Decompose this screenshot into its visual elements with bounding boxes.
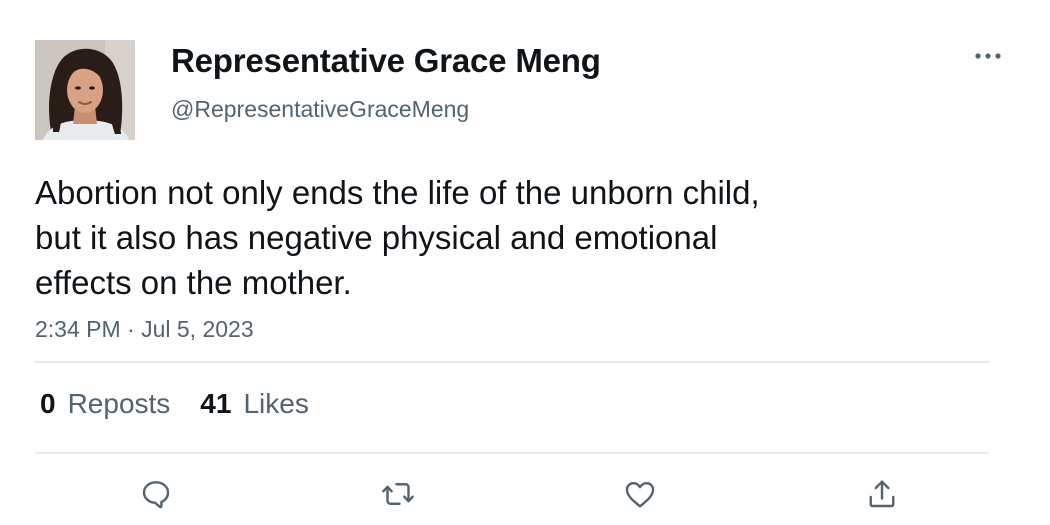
speech-bubble-icon xyxy=(142,481,170,509)
avatar[interactable] xyxy=(35,40,135,140)
divider xyxy=(35,452,989,454)
reply-button[interactable] xyxy=(136,474,176,514)
author-handle[interactable]: @RepresentativeGraceMeng xyxy=(171,96,469,123)
tweet-text-line: Abortion not only ends the life of the u… xyxy=(35,174,760,211)
share-button[interactable] xyxy=(862,474,902,514)
heart-icon xyxy=(625,482,655,508)
repost-button[interactable] xyxy=(378,474,418,514)
share-upload-icon xyxy=(869,480,895,508)
likes-stat[interactable]: 41 Likes xyxy=(200,388,309,420)
reposts-count: 0 xyxy=(40,388,56,419)
likes-label: Likes xyxy=(243,388,309,419)
tweet-text-line: but it also has negative physical and em… xyxy=(35,219,718,256)
reposts-label: Reposts xyxy=(67,388,171,419)
likes-count: 41 xyxy=(200,388,232,419)
engagement-stats: 0 Reposts 41 Likes xyxy=(40,388,309,420)
tweet-text-line: effects on the mother. xyxy=(35,264,352,301)
tweet-text: Abortion not only ends the life of the u… xyxy=(35,170,915,305)
more-options-button[interactable] xyxy=(968,40,1008,72)
profile-photo xyxy=(35,40,135,140)
author-display-name[interactable]: Representative Grace Meng xyxy=(171,42,601,80)
tweet-timestamp[interactable]: 2:34 PM · Jul 5, 2023 xyxy=(35,316,254,343)
reposts-stat[interactable]: 0 Reposts xyxy=(40,388,170,420)
ellipsis-icon xyxy=(975,53,1001,59)
divider xyxy=(35,361,989,363)
like-button[interactable] xyxy=(620,474,660,514)
repost-arrows-icon xyxy=(382,483,414,505)
